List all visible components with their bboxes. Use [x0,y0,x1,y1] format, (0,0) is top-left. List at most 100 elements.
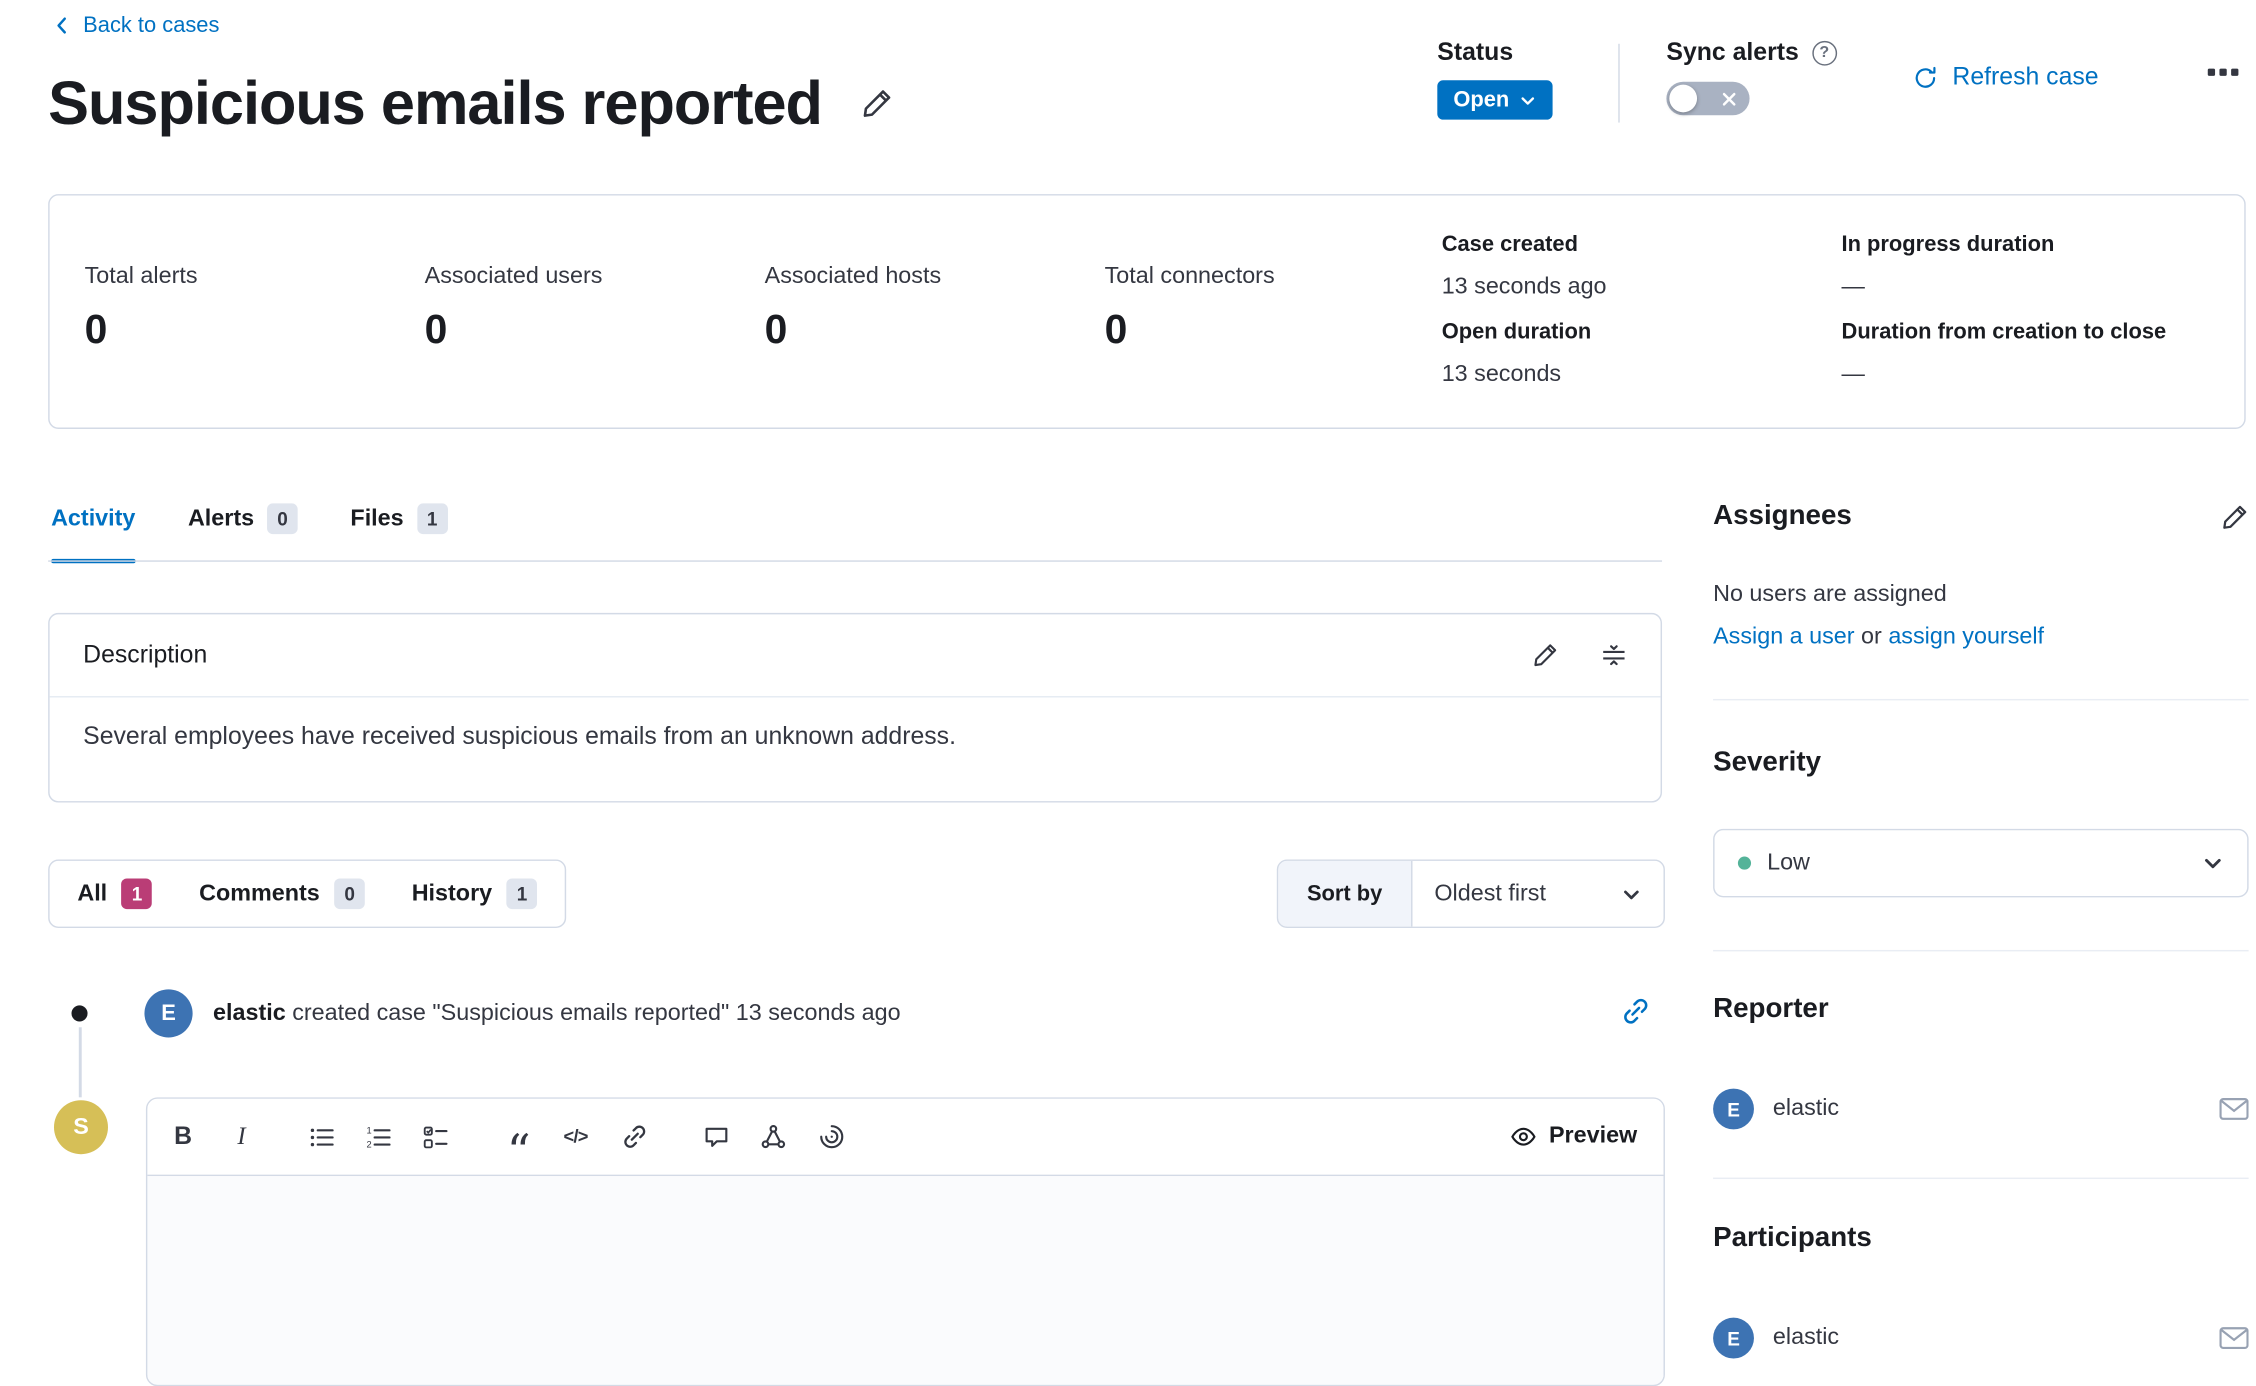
status-label: Status [1437,38,1553,67]
markdown-toolbar: 12 [147,1099,1663,1176]
tab-label: Alerts [188,506,254,532]
metric-label: Total connectors [1105,263,1275,291]
sort-order-select[interactable]: Oldest first [1413,861,1664,927]
tab-files[interactable]: Files 1 [350,503,447,563]
edit-description-button[interactable] [1532,642,1558,668]
timeline-connector [79,1027,82,1097]
sidebar-divider [1713,699,2249,700]
email-icon[interactable] [2219,1326,2248,1349]
all-count-badge: 1 [122,878,153,909]
description-panel: Description Several employees have recei… [48,613,1662,803]
case-tabs: Activity Alerts 0 Files 1 [51,503,447,563]
timeline-dot [72,1005,88,1021]
eye-icon [1510,1124,1536,1150]
sort-order-value: Oldest first [1434,881,1546,907]
status-dropdown-button[interactable]: Open [1437,80,1553,119]
reporter-title: Reporter [1713,994,2249,1026]
editor-italic-button[interactable] [223,1118,259,1154]
case-detail-page: Back to cases Suspicious emails reported… [0,0,2256,1386]
current-user-avatar: S [54,1100,108,1154]
sidebar-divider [1713,1178,2249,1179]
assignees-empty-text: No users are assigned [1713,582,2249,608]
participant-avatar: E [1713,1318,1754,1359]
metrics-dates-column: Case created 13 seconds ago Open duratio… [1442,229,1607,404]
reporter-avatar: E [1713,1089,1754,1130]
link-icon [1621,997,1650,1026]
filter-all[interactable]: All 1 [54,861,176,927]
insert-comment-button[interactable] [697,1118,733,1154]
reporter-row: E elastic [1713,1089,2249,1130]
severity-value: Low [1767,850,1810,876]
task-list-button[interactable] [417,1118,453,1154]
history-count-badge: 1 [507,878,538,909]
severity-select[interactable]: Low [1713,829,2249,898]
copy-link-button[interactable] [1621,997,1650,1026]
detail-value: 13 seconds ago [1442,271,1607,303]
or-text: or [1861,625,1882,650]
assign-yourself-link[interactable]: assign yourself [1888,625,2044,650]
metric-value: 0 [85,305,198,355]
description-header: Description [50,614,1661,697]
unordered-list-button[interactable] [304,1118,340,1154]
preview-button[interactable]: Preview [1510,1124,1646,1150]
metric-associated-hosts: Associated hosts 0 [765,263,941,355]
email-icon[interactable] [2219,1097,2248,1120]
sort-by-label: Sort by [1278,861,1412,927]
alerts-count-badge: 0 [267,503,298,534]
header-divider [1618,44,1619,123]
pencil-icon [2221,503,2249,531]
task-list-icon [423,1124,448,1149]
assignees-actions: Assign a user or assign yourself [1713,625,2249,651]
filter-history[interactable]: History 1 [388,861,560,927]
sort-control: Sort by Oldest first [1277,859,1665,928]
insert-link-button[interactable] [616,1118,652,1154]
event-avatar: E [144,989,192,1037]
sidebar-divider [1713,950,2249,951]
filter-label: Comments [199,881,320,907]
metric-total-alerts: Total alerts 0 [85,263,198,355]
detail-label: Open duration [1442,317,1607,349]
svg-text:2: 2 [367,1139,372,1149]
metric-total-connectors: Total connectors 0 [1105,263,1275,355]
description-body: Several employees have received suspicio… [50,697,1661,776]
comments-count-badge: 0 [334,878,365,909]
svg-text:1: 1 [367,1125,372,1135]
comment-input[interactable] [147,1176,1663,1385]
case-sidebar: Assignees No users are assigned Assign a… [1713,0,2249,1386]
quote-button[interactable] [501,1118,537,1154]
pencil-icon [1532,642,1558,668]
assignees-header: Assignees [1713,501,2249,533]
chevron-down-icon [2202,852,2224,874]
status-block: Status Open [1437,38,1553,120]
tabs-underline [48,560,1662,561]
assign-user-link[interactable]: Assign a user [1713,625,1854,650]
participant-row: E elastic [1713,1318,2249,1359]
collapse-description-button[interactable] [1601,642,1627,668]
edit-title-button[interactable] [861,88,893,120]
insert-timeline-button[interactable] [813,1118,849,1154]
timeline-user: elastic [213,1001,286,1026]
chevron-down-icon [1520,91,1538,109]
filter-comments[interactable]: Comments 0 [176,861,389,927]
metric-associated-users: Associated users 0 [425,263,603,355]
participant-name: elastic [1773,1325,1839,1351]
description-title: Description [83,641,207,670]
timeline-action: created case "Suspicious emails reported… [292,1001,900,1026]
metric-label: Associated hosts [765,263,941,291]
metric-label: Associated users [425,263,603,291]
assignees-title: Assignees [1713,501,1852,533]
tab-alerts[interactable]: Alerts 0 [188,503,298,563]
code-button[interactable] [557,1118,593,1154]
detail-label: Case created [1442,229,1607,261]
toggle-thumb [1669,85,1697,113]
link-icon [621,1124,647,1150]
page-title: Suspicious emails reported [48,67,822,141]
tab-label: Files [350,506,403,532]
pencil-icon [861,88,893,120]
tab-activity[interactable]: Activity [51,503,135,563]
editor-bold-button[interactable] [165,1118,201,1154]
insert-visualization-button[interactable] [754,1118,790,1154]
back-to-cases-link[interactable]: Back to cases [51,13,219,38]
edit-assignees-button[interactable] [2221,503,2249,531]
ordered-list-button[interactable]: 12 [360,1118,396,1154]
